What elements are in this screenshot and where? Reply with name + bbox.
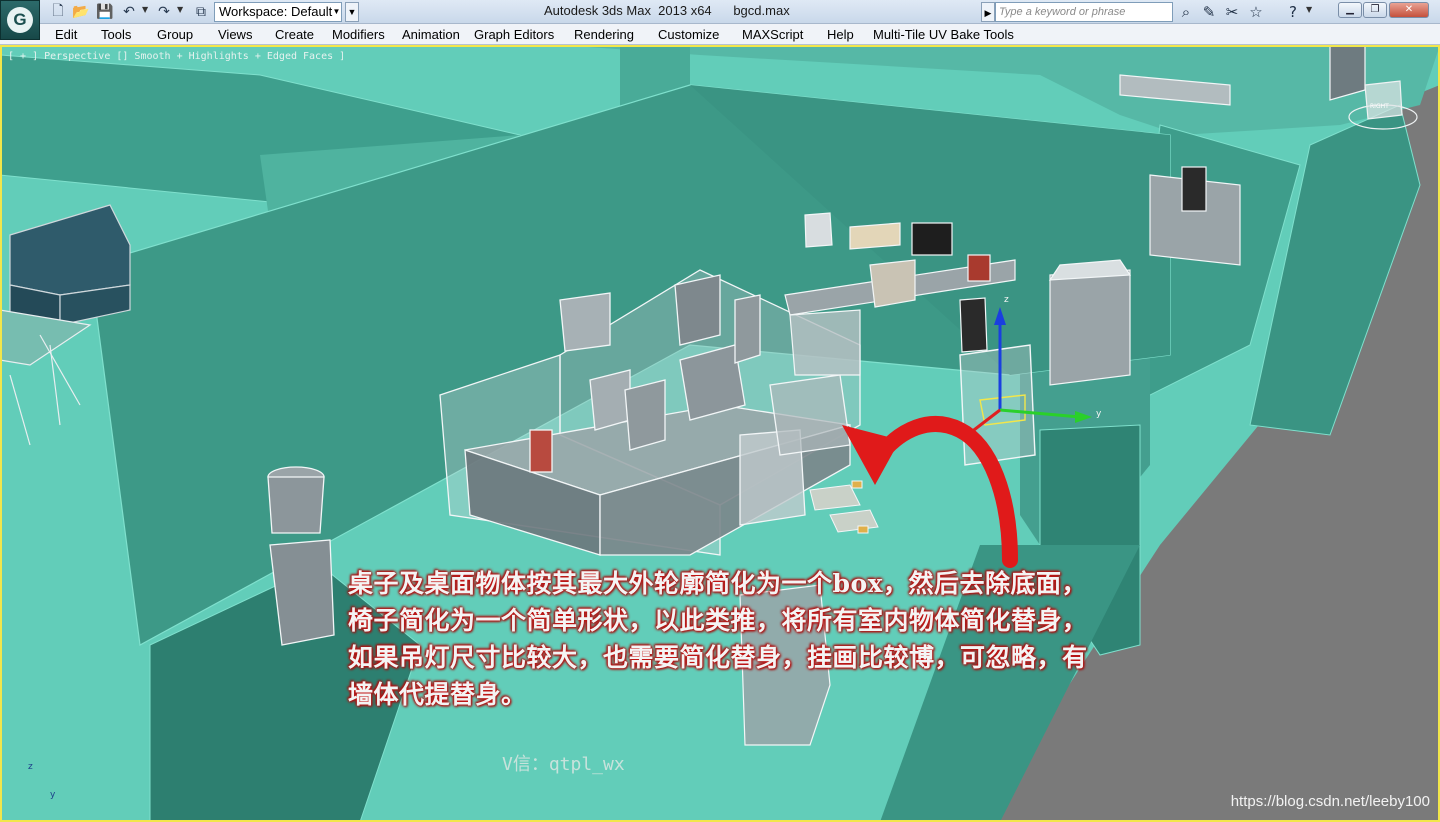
- menu-bar: Edit Tools Group Views Create Modifiers …: [0, 24, 1440, 45]
- viewcube-face-label[interactable]: RIGHT: [1370, 103, 1389, 110]
- viewport-label[interactable]: [ + ] Perspective [] Smooth + Highlights…: [8, 51, 345, 62]
- undo-icon[interactable]: ↶: [119, 2, 139, 22]
- menu-views[interactable]: Views: [218, 27, 252, 42]
- menu-multi-tile-uv-bake-tools[interactable]: Multi-Tile UV Bake Tools: [873, 27, 1014, 42]
- menu-create[interactable]: Create: [275, 27, 314, 42]
- perspective-viewport[interactable]: [ + ] Perspective [] Smooth + Highlights…: [0, 45, 1440, 822]
- quick-access-dropdown-icon[interactable]: ▼: [345, 2, 359, 22]
- menu-maxscript[interactable]: MAXScript: [742, 27, 803, 42]
- save-icon[interactable]: 💾: [95, 2, 115, 22]
- search-expand-icon[interactable]: ▶: [981, 2, 995, 22]
- help-dropdown-icon[interactable]: ▼: [1306, 5, 1312, 14]
- minimize-button[interactable]: ▁: [1338, 2, 1362, 18]
- menu-animation[interactable]: Animation: [402, 27, 460, 42]
- menu-group[interactable]: Group: [157, 27, 193, 42]
- window-title: Autodesk 3ds Max 2013 x64 bgcd.max: [544, 3, 790, 18]
- close-button[interactable]: ✕: [1389, 2, 1429, 18]
- communication-icon[interactable]: ✎: [1199, 2, 1219, 22]
- favorites-icon[interactable]: ✂: [1222, 2, 1242, 22]
- world-axis-z-label: z: [28, 762, 33, 772]
- menu-help[interactable]: Help: [827, 27, 854, 42]
- wechat-id-text: V信：qtpl_wx: [502, 754, 625, 775]
- title-bar: 🗋 📂 💾 ↶ ▼ ↷ ▼ ⧉ Workspace: Default ▼ ▼ A…: [0, 0, 1440, 24]
- app-logo[interactable]: G: [0, 0, 40, 40]
- workspace-select[interactable]: Workspace: Default: [214, 2, 342, 22]
- restore-button[interactable]: ❐: [1363, 2, 1387, 18]
- menu-tools[interactable]: Tools: [101, 27, 131, 42]
- open-folder-icon[interactable]: 📂: [71, 2, 91, 22]
- gizmo-y-label: y: [1096, 409, 1102, 419]
- menu-edit[interactable]: Edit: [55, 27, 77, 42]
- undo-dropdown-icon[interactable]: ▼: [142, 5, 148, 14]
- new-file-icon[interactable]: 🗋: [48, 2, 68, 22]
- project-folder-icon[interactable]: ⧉: [191, 2, 211, 22]
- search-input[interactable]: Type a keyword or phrase: [995, 2, 1173, 22]
- chevron-down-icon[interactable]: ▼: [331, 3, 342, 21]
- world-axis-y-label: y: [50, 790, 56, 800]
- menu-rendering[interactable]: Rendering: [574, 27, 634, 42]
- redo-dropdown-icon[interactable]: ▼: [177, 5, 183, 14]
- menu-modifiers[interactable]: Modifiers: [332, 27, 385, 42]
- menu-graph-editors[interactable]: Graph Editors: [474, 27, 554, 42]
- blog-watermark: https://blog.csdn.net/leeby100: [1230, 793, 1430, 810]
- star-icon[interactable]: ☆: [1246, 2, 1266, 22]
- menu-customize[interactable]: Customize: [658, 27, 719, 42]
- redo-icon[interactable]: ↷: [154, 2, 174, 22]
- help-icon[interactable]: ?: [1283, 2, 1303, 22]
- binoculars-icon[interactable]: ⌕: [1176, 2, 1196, 22]
- printer: [1048, 259, 1132, 386]
- app-window: 🗋 📂 💾 ↶ ▼ ↷ ▼ ⧉ Workspace: Default ▼ ▼ A…: [0, 0, 1440, 822]
- gizmo-z-label: z: [1004, 295, 1009, 305]
- annotation-text: 桌子及桌面物体按其最大外轮廓简化为一个box，然后去除底面，椅子简化为一个简单形…: [348, 569, 1088, 709]
